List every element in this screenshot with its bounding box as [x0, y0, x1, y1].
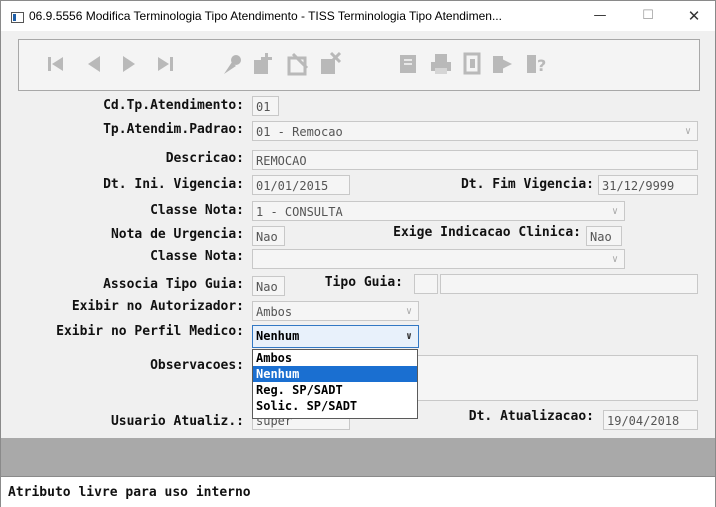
option-solic-sp-sadt[interactable]: Solic. SP/SADT	[253, 398, 417, 414]
title-bar: 06.9.5556 Modifica Terminologia Tipo Ate…	[1, 1, 715, 31]
classe-nota-value: 1 - CONSULTA	[256, 205, 343, 219]
option-reg-sp-sadt[interactable]: Reg. SP/SADT	[253, 382, 417, 398]
usuario-atualiz-label: Usuario Atualiz.:	[110, 414, 244, 429]
last-icon[interactable]	[152, 50, 178, 78]
observacoes-label: Observacoes:	[150, 358, 244, 373]
tp-atendim-padrao-label: Tp.Atendim.Padrao:	[103, 122, 244, 137]
exibir-autorizador-label: Exibir no Autorizador:	[71, 299, 244, 314]
chevron-down-icon: ∨	[684, 126, 691, 137]
chevron-down-icon: ∨	[405, 306, 412, 317]
dt-fim-vigencia-field[interactable]: 31/12/9999	[598, 175, 698, 195]
dt-fim-vigencia-label: Dt. Fim Vigencia:	[460, 177, 594, 192]
nota-urgencia-label: Nota de Urgencia:	[110, 227, 244, 242]
chevron-down-icon: ∨	[405, 331, 412, 342]
exige-indicacao-label: Exige Indicacao Clinica:	[393, 225, 581, 240]
exige-indicacao-field[interactable]: Nao	[586, 226, 622, 246]
cd-tp-atendimento-label: Cd.Tp.Atendimento:	[103, 98, 244, 113]
associa-tipo-guia-label: Associa Tipo Guia:	[103, 277, 244, 292]
tipo-guia-code-field[interactable]	[414, 274, 438, 294]
button-bar	[1, 438, 715, 476]
edit-icon[interactable]	[220, 50, 246, 78]
tp-atendim-padrao-select[interactable]: 01 - Remocao ∨	[252, 121, 698, 141]
nota-urgencia-field[interactable]: Nao	[252, 226, 285, 246]
first-icon[interactable]	[43, 50, 69, 78]
window-title: 06.9.5556 Modifica Terminologia Tipo Ate…	[29, 9, 502, 23]
toolbar: ?	[18, 39, 700, 91]
print-icon[interactable]	[428, 50, 454, 78]
exibir-autorizador-select[interactable]: Ambos ∨	[252, 301, 419, 321]
prev-icon[interactable]	[81, 50, 107, 78]
classe-nota-2-select[interactable]: ∨	[252, 249, 625, 269]
exibir-perfil-medico-value: Nenhum	[256, 329, 300, 343]
chevron-down-icon: ∨	[611, 254, 618, 265]
classe-nota-select[interactable]: 1 - CONSULTA ∨	[252, 201, 625, 221]
maximize-button[interactable]: ☐	[633, 5, 663, 27]
window: 06.9.5556 Modifica Terminologia Tipo Ate…	[0, 0, 716, 507]
option-nenhum[interactable]: Nenhum	[253, 366, 417, 382]
remove-icon[interactable]	[317, 50, 343, 78]
dt-ini-vigencia-label: Dt. Ini. Vigencia:	[103, 177, 244, 192]
dt-atualizacao-field[interactable]: 19/04/2018	[603, 410, 698, 430]
dt-ini-vigencia-field[interactable]: 01/01/2015	[252, 175, 350, 195]
add-icon[interactable]	[250, 50, 276, 78]
exibir-autorizador-value: Ambos	[256, 305, 293, 319]
classe-nota-label: Classe Nota:	[150, 203, 244, 218]
chevron-down-icon: ∨	[611, 206, 618, 217]
svg-text:?: ?	[537, 56, 546, 75]
filter-icon[interactable]	[396, 50, 422, 78]
tp-atendim-padrao-value: 01 - Remocao	[256, 125, 343, 139]
copy-icon[interactable]	[459, 50, 485, 78]
descricao-label: Descricao:	[165, 151, 244, 166]
classe-nota-2-label: Classe Nota:	[150, 249, 244, 264]
status-bar: Atributo livre para uso interno	[1, 476, 715, 507]
cut-icon[interactable]	[285, 50, 311, 78]
exibir-perfil-medico-select[interactable]: Nenhum ∨	[252, 325, 419, 348]
minimize-button[interactable]: —	[585, 5, 615, 27]
app-icon	[11, 12, 24, 23]
exibir-perfil-medico-label: Exibir no Perfil Medico:	[56, 324, 244, 339]
descricao-field[interactable]: REMOCAO	[252, 150, 698, 170]
associa-tipo-guia-field[interactable]: Nao	[252, 276, 285, 296]
cd-tp-atendimento-field[interactable]: 01	[252, 96, 279, 116]
next-icon[interactable]	[116, 50, 142, 78]
tipo-guia-label: Tipo Guia:	[324, 275, 403, 290]
status-text: Atributo livre para uso interno	[8, 485, 251, 500]
dt-atualizacao-label: Dt. Atualizacao:	[468, 409, 594, 424]
tipo-guia-field[interactable]	[440, 274, 698, 294]
exibir-perfil-medico-options: Ambos Nenhum Reg. SP/SADT Solic. SP/SADT	[252, 349, 418, 419]
option-ambos[interactable]: Ambos	[253, 350, 417, 366]
help-icon[interactable]: ?	[524, 50, 550, 78]
exit-icon[interactable]	[490, 50, 516, 78]
close-button[interactable]: ✕	[679, 5, 709, 27]
